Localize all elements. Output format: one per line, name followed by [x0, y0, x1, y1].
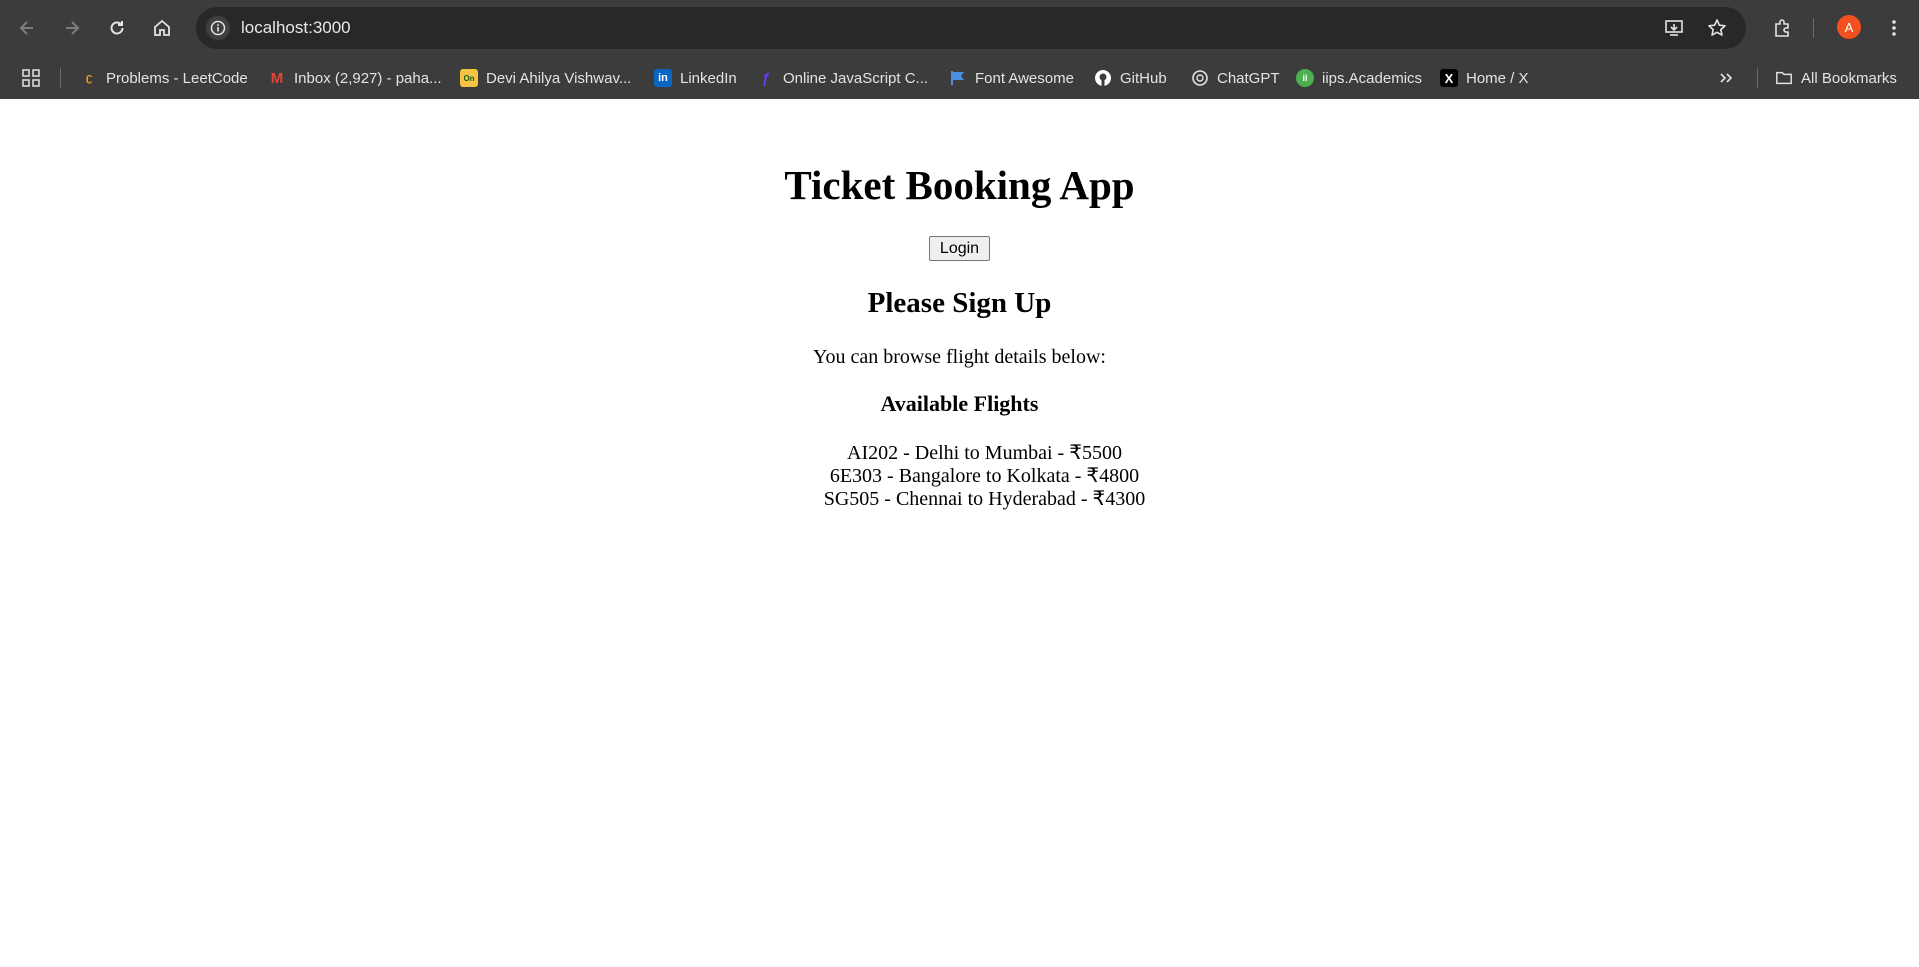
- bookmark-x[interactable]: X Home / X: [1440, 66, 1529, 90]
- extensions-button[interactable]: [1766, 12, 1798, 44]
- signup-heading: Please Sign Up: [867, 287, 1052, 319]
- puzzle-icon: [1775, 19, 1789, 37]
- bookmark-label: Inbox (2,927) - paha...: [294, 69, 442, 87]
- bookmark-label: Problems - LeetCode: [106, 69, 248, 87]
- x-icon: X: [1440, 69, 1458, 87]
- bookmark-label: iips.Academics: [1322, 69, 1423, 87]
- back-button[interactable]: [11, 12, 43, 44]
- reload-icon: [110, 21, 124, 35]
- bookmark-github[interactable]: GitHub: [1094, 66, 1167, 90]
- url-text[interactable]: localhost:3000: [241, 18, 351, 38]
- chatgpt-icon: [1191, 69, 1209, 87]
- chevrons-right-icon: [1720, 73, 1733, 83]
- address-bar[interactable]: localhost:3000: [196, 7, 1746, 49]
- gmail-icon: M: [270, 69, 284, 87]
- linkedin-icon: in: [654, 69, 672, 87]
- app-page: Ticket Booking App Login Please Sign Up …: [0, 99, 1919, 967]
- flight-item: 6E303 - Bangalore to Kolkata - ₹4800: [829, 465, 1140, 487]
- bookmark-label: Online JavaScript C...: [783, 69, 929, 87]
- leetcode-icon: ʗ: [85, 72, 93, 84]
- menu-button[interactable]: [1878, 12, 1910, 44]
- login-button[interactable]: Login: [929, 236, 990, 261]
- iips-icon: ii: [1296, 69, 1314, 87]
- bookmark-davv[interactable]: On Devi Ahilya Vishwav...: [460, 66, 631, 90]
- bookmark-label: GitHub: [1120, 69, 1167, 87]
- bookmark-label: Home / X: [1466, 69, 1529, 87]
- flight-item: AI202 - Delhi to Mumbai - ₹5500: [847, 442, 1122, 464]
- bookmark-chatgpt[interactable]: ChatGPT: [1191, 66, 1280, 90]
- more-vert-icon: [1892, 20, 1896, 36]
- arrow-left-icon: [19, 21, 33, 35]
- bookmark-leetcode[interactable]: ʗ Problems - LeetCode: [80, 66, 248, 90]
- flight-item: SG505 - Chennai to Hyderabad - ₹4300: [823, 488, 1146, 510]
- bookmark-label: LinkedIn: [680, 69, 737, 87]
- flights-list: AI202 - Delhi to Mumbai - ₹5500 6E303 - …: [0, 442, 1919, 511]
- apps-button[interactable]: [21, 66, 41, 90]
- bookmarks-divider-right: [1757, 68, 1758, 88]
- all-bookmarks-button[interactable]: All Bookmarks: [1775, 66, 1897, 90]
- bookmarks-divider: [60, 68, 61, 88]
- bookmark-label: Devi Ahilya Vishwav...: [486, 69, 632, 87]
- toolbar-divider: [1813, 18, 1814, 38]
- page-title: Ticket Booking App: [784, 162, 1135, 208]
- bookmarks-overflow-button[interactable]: [1717, 66, 1735, 90]
- flag-icon: [949, 69, 967, 87]
- browser-toolbar: localhost:3000 A: [0, 0, 1919, 56]
- bookmark-linkedin[interactable]: in LinkedIn: [654, 66, 737, 90]
- apps-grid-icon: [22, 69, 40, 87]
- bookmark-fontawesome[interactable]: Font Awesome: [949, 66, 1074, 90]
- forward-button[interactable]: [56, 12, 88, 44]
- bookmark-programiz[interactable]: ƒ Online JavaScript C...: [757, 66, 928, 90]
- flights-heading: Available Flights: [880, 391, 1039, 416]
- folder-icon: [1775, 69, 1793, 87]
- bookmark-star-icon[interactable]: [1705, 16, 1729, 40]
- github-icon: [1094, 69, 1112, 87]
- bookmarks-bar: ʗ Problems - LeetCode M Inbox (2,927) - …: [0, 56, 1919, 99]
- bookmark-label: ChatGPT: [1217, 69, 1280, 87]
- all-bookmarks-label: All Bookmarks: [1801, 69, 1897, 87]
- bookmark-iips[interactable]: ii iips.Academics: [1296, 66, 1422, 90]
- profile-avatar[interactable]: A: [1837, 15, 1861, 39]
- reload-button[interactable]: [101, 12, 133, 44]
- home-icon: [154, 19, 170, 36]
- install-app-icon[interactable]: [1662, 16, 1686, 40]
- bookmark-gmail[interactable]: M Inbox (2,927) - paha...: [268, 66, 442, 90]
- home-button[interactable]: [146, 12, 178, 44]
- programiz-icon: ƒ: [761, 69, 771, 87]
- browse-text: You can browse flight details below:: [813, 346, 1106, 368]
- arrow-right-icon: [66, 21, 80, 35]
- browser-chrome: localhost:3000 A ʗ Problems - LeetCode M: [0, 0, 1919, 99]
- bookmark-label: Font Awesome: [975, 69, 1074, 87]
- online-icon: On: [460, 69, 478, 87]
- site-info-icon[interactable]: [206, 16, 230, 40]
